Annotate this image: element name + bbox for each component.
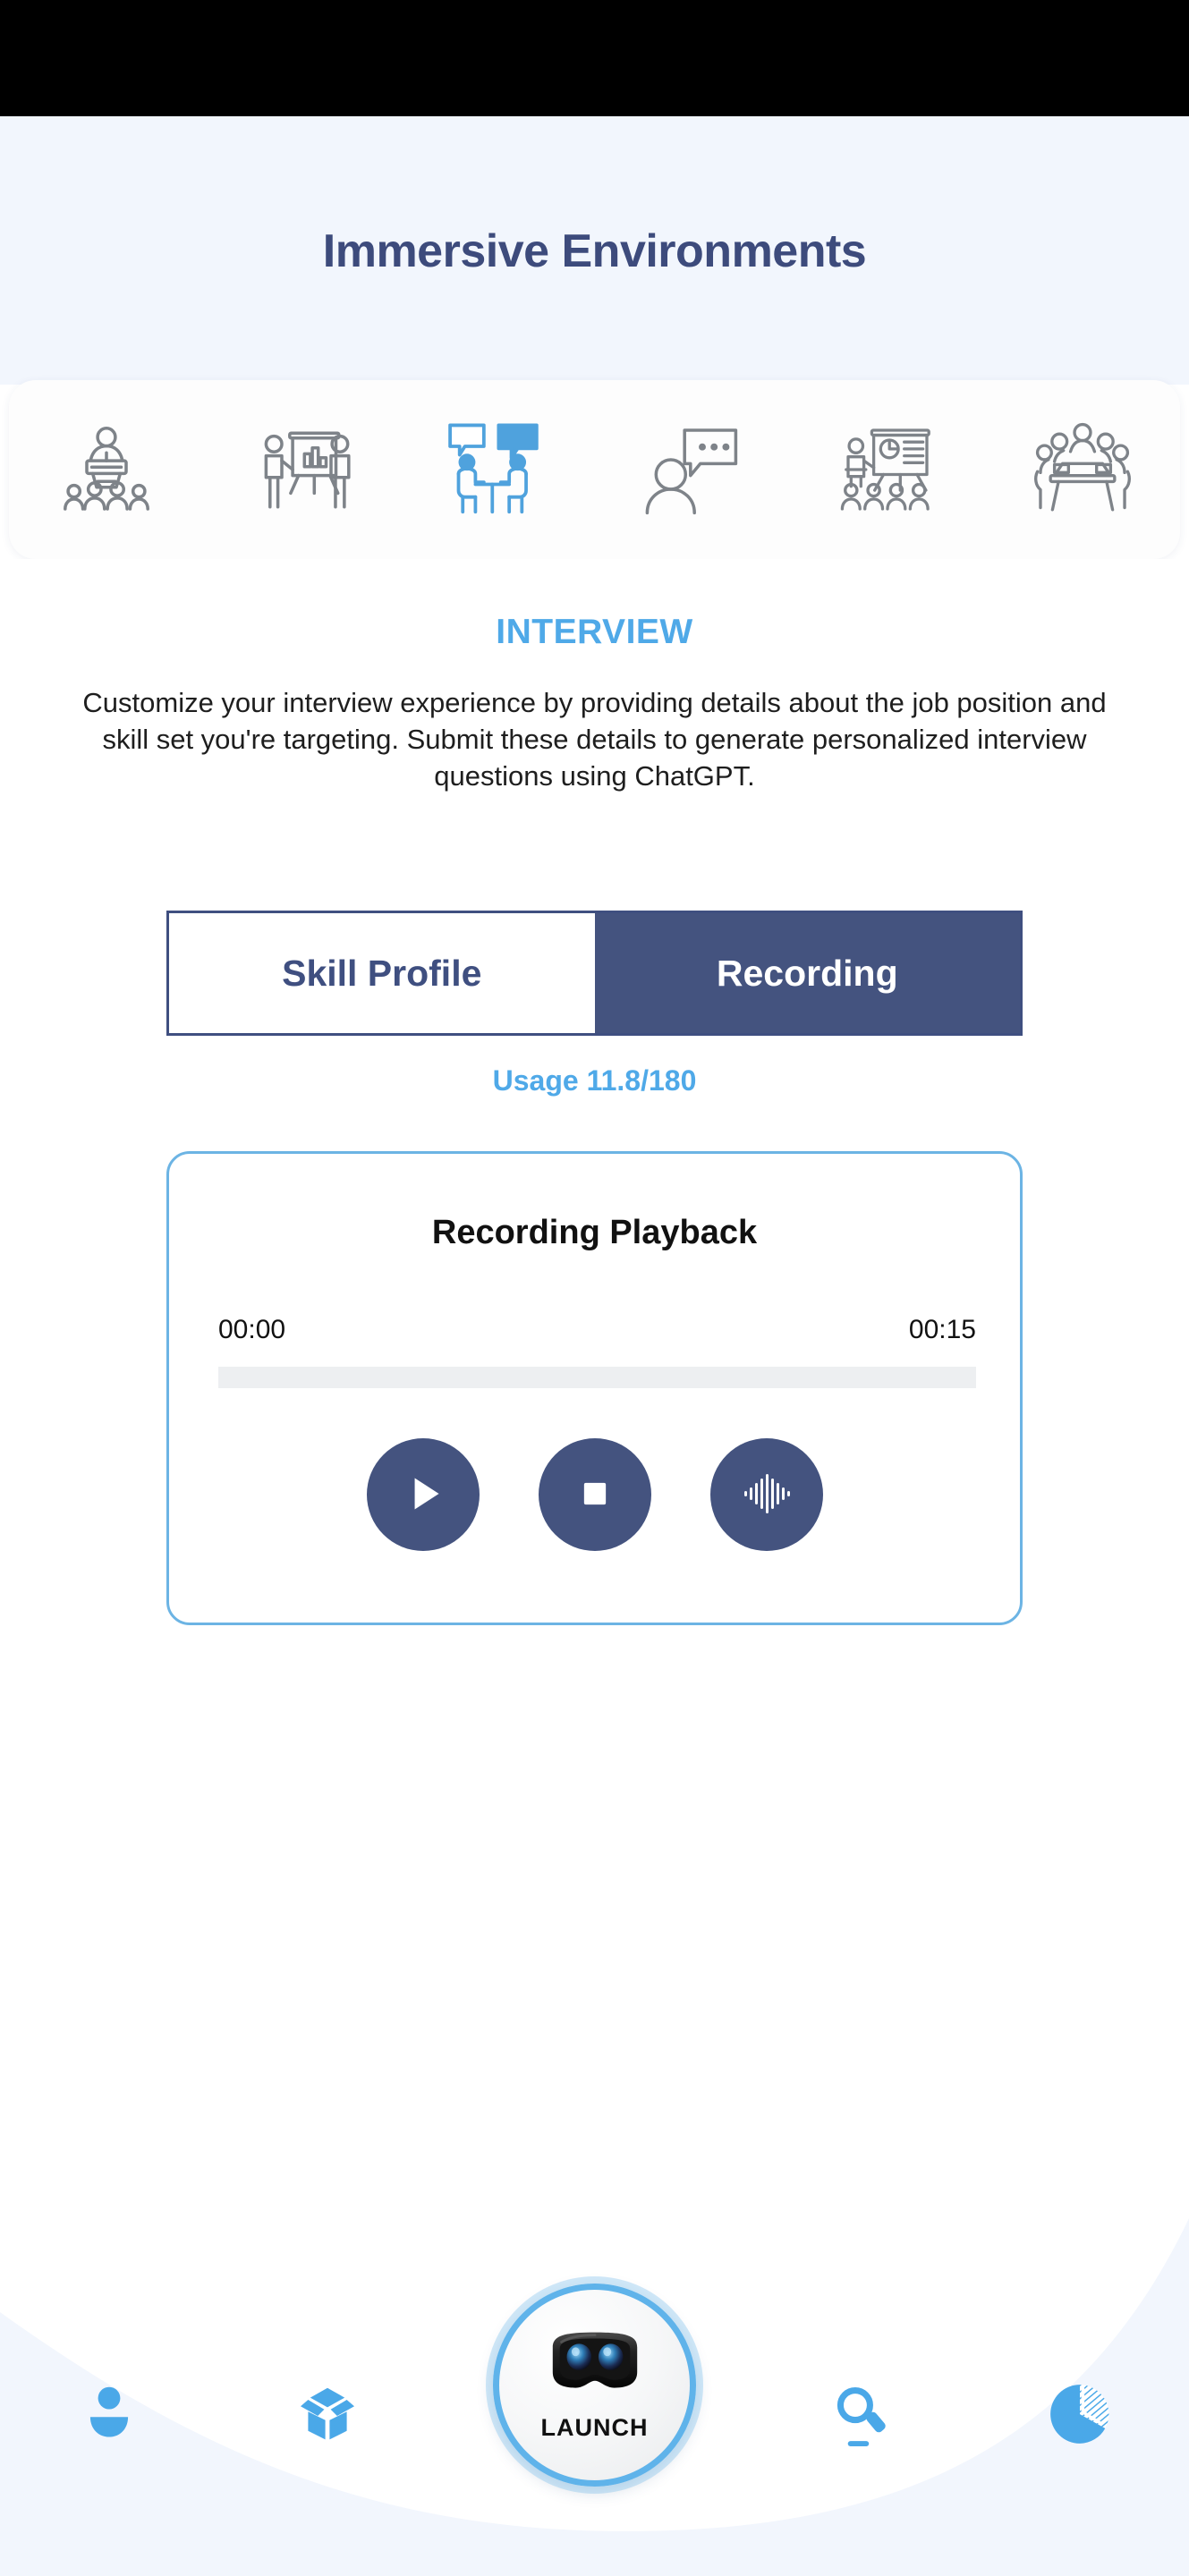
recording-playback-card: Recording Playback 00:00 00:15 — [166, 1151, 1023, 1625]
person-speech-bubble-icon — [643, 420, 742, 519]
search-icon — [832, 2384, 891, 2454]
play-button[interactable] — [366, 1438, 480, 1551]
playback-time-row: 00:00 00:15 — [218, 1315, 976, 1345]
section-description: Customize your interview experience by p… — [82, 687, 1107, 792]
stop-icon — [571, 1470, 619, 1521]
open-box-icon — [295, 2384, 360, 2453]
person-icon — [81, 2384, 137, 2444]
stop-button[interactable] — [538, 1438, 651, 1551]
tab-recording[interactable]: Recording — [594, 913, 1020, 1033]
status-bar — [0, 0, 1189, 116]
playback-controls — [169, 1438, 1020, 1551]
environment-item-training[interactable] — [816, 402, 959, 537]
environment-item-presentation[interactable] — [230, 402, 373, 537]
nav-item-analytics[interactable] — [1017, 2384, 1142, 2491]
environment-item-conversation[interactable] — [621, 402, 764, 537]
section-label: INTERVIEW — [496, 613, 693, 651]
pie-chart-icon — [1049, 2384, 1110, 2449]
nav-item-search[interactable] — [799, 2384, 924, 2491]
meeting-table-icon — [1032, 419, 1133, 520]
presentation-easel-icon — [252, 420, 351, 519]
nav-item-packages[interactable] — [265, 2384, 390, 2491]
usage-counter: Usage 11.8/180 — [492, 1064, 697, 1097]
environment-selector-strip — [9, 380, 1180, 559]
tab-skill-profile[interactable]: Skill Profile — [169, 913, 595, 1033]
playback-progress-bar[interactable] — [218, 1367, 976, 1388]
page-title: Immersive Environments — [322, 225, 867, 277]
vr-headset-icon — [542, 2329, 648, 2405]
app-screen: Immersive Environments INTERVIEW Customi… — [0, 0, 1189, 2576]
launch-button[interactable]: LAUNCH — [493, 2284, 696, 2487]
podium-audience-icon — [57, 420, 156, 519]
nav-item-profile[interactable] — [47, 2384, 172, 2491]
environment-item-interview[interactable] — [425, 402, 568, 537]
launch-label: LAUNCH — [540, 2413, 649, 2441]
tab-bar: Skill Profile Recording — [166, 911, 1023, 1036]
environment-item-public-speaking[interactable] — [35, 402, 178, 537]
total-time-label: 00:15 — [908, 1315, 976, 1344]
waveform-button[interactable] — [709, 1438, 823, 1551]
play-icon — [399, 1470, 447, 1521]
interview-table-chat-icon — [444, 417, 549, 522]
environment-item-meeting[interactable] — [1011, 402, 1154, 537]
playback-title: Recording Playback — [431, 1214, 758, 1251]
waveform-icon — [739, 1466, 794, 1524]
training-classroom-icon — [838, 420, 937, 519]
current-time-label: 00:00 — [218, 1315, 286, 1344]
